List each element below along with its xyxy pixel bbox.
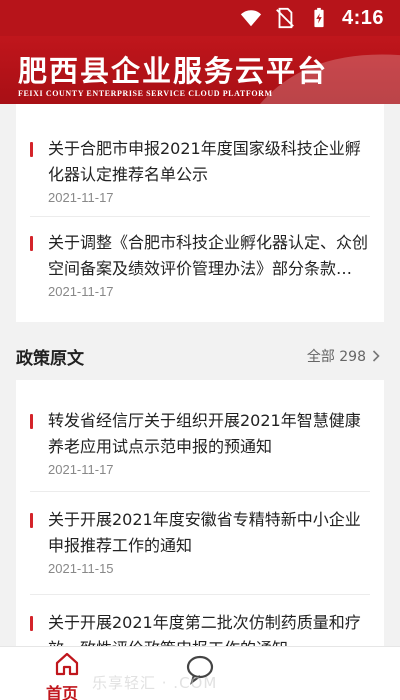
news-title-line1: 关于调整《合肥市科技企业孵化器认定、众创 bbox=[48, 233, 369, 252]
home-icon bbox=[55, 652, 79, 676]
app-header: 肥西县企业服务云平台 FEIXI COUNTY ENTERPRISE SERVI… bbox=[0, 36, 400, 104]
battery-icon bbox=[314, 7, 324, 28]
policy-title-line1: 转发省经信厅关于组织开展2021年智慧健康 bbox=[48, 411, 361, 430]
nav-home-label: 首页 bbox=[46, 684, 79, 700]
bottom-nav: 首页 bbox=[0, 646, 400, 700]
wifi-icon bbox=[240, 10, 262, 27]
news-title-line2: 空间备案及绩效评价管理办法》部分条款的通知 bbox=[48, 259, 368, 278]
list-item[interactable]: 关于开展2021年度安徽省专精特新中小企业 申报推荐工作的通知 2021-11-… bbox=[16, 491, 384, 594]
see-all-label: 全部 298 bbox=[306, 349, 366, 365]
accent-bar bbox=[30, 513, 33, 528]
chevron-right-icon bbox=[372, 350, 380, 362]
policy-title-line2: 养老应用试点示范申报的预通知 bbox=[48, 437, 273, 456]
policy-title-line2: 申报推荐工作的通知 bbox=[48, 536, 193, 555]
news-title-line2: 化器认定推荐名单公示 bbox=[48, 165, 209, 184]
main-content[interactable]: 关于合肥市申报2021年度国家级科技企业孵 化器认定推荐名单公示 2021-11… bbox=[0, 104, 400, 700]
chat-icon[interactable] bbox=[180, 649, 220, 689]
news-card: 关于合肥市申报2021年度国家级科技企业孵 化器认定推荐名单公示 2021-11… bbox=[16, 104, 384, 322]
no-sim-icon bbox=[276, 7, 294, 29]
list-item[interactable]: 转发省经信厅关于组织开展2021年智慧健康 养老应用试点示范申报的预通知 202… bbox=[16, 380, 384, 492]
accent-bar bbox=[30, 616, 33, 631]
accent-bar bbox=[30, 236, 33, 251]
see-all-link[interactable]: 全部 298 bbox=[307, 346, 380, 366]
accent-bar bbox=[30, 142, 33, 157]
section-header: 政策原文 全部 298 bbox=[16, 344, 384, 370]
policy-title-line1: 关于开展2021年度安徽省专精特新中小企业 bbox=[48, 510, 361, 529]
nav-home[interactable]: 首页 bbox=[30, 647, 102, 700]
list-item[interactable]: 关于合肥市申报2021年度国家级科技企业孵 化器认定推荐名单公示 2021-11… bbox=[16, 104, 384, 216]
app-subtitle: FEIXI COUNTY ENTERPRISE SERVICE CLOUD PL… bbox=[18, 89, 273, 98]
news-date: 2021-11-17 bbox=[48, 190, 114, 205]
app-title: 肥西县企业服务云平台 bbox=[18, 54, 329, 88]
news-title-line1: 关于合肥市申报2021年度国家级科技企业孵 bbox=[48, 139, 361, 158]
accent-bar bbox=[30, 414, 33, 429]
policy-date: 2021-11-15 bbox=[48, 561, 114, 576]
status-time: 4:16 bbox=[341, 6, 384, 29]
policy-date: 2021-11-17 bbox=[48, 462, 114, 477]
policy-title-line1: 关于开展2021年度第二批次仿制药质量和疗 bbox=[48, 613, 361, 632]
status-bar: 4:16 bbox=[0, 0, 400, 36]
news-date: 2021-11-17 bbox=[48, 284, 114, 299]
section-title: 政策原文 bbox=[16, 349, 84, 369]
list-item[interactable]: 关于调整《合肥市科技企业孵化器认定、众创 空间备案及绩效评价管理办法》部分条款的… bbox=[16, 216, 384, 322]
